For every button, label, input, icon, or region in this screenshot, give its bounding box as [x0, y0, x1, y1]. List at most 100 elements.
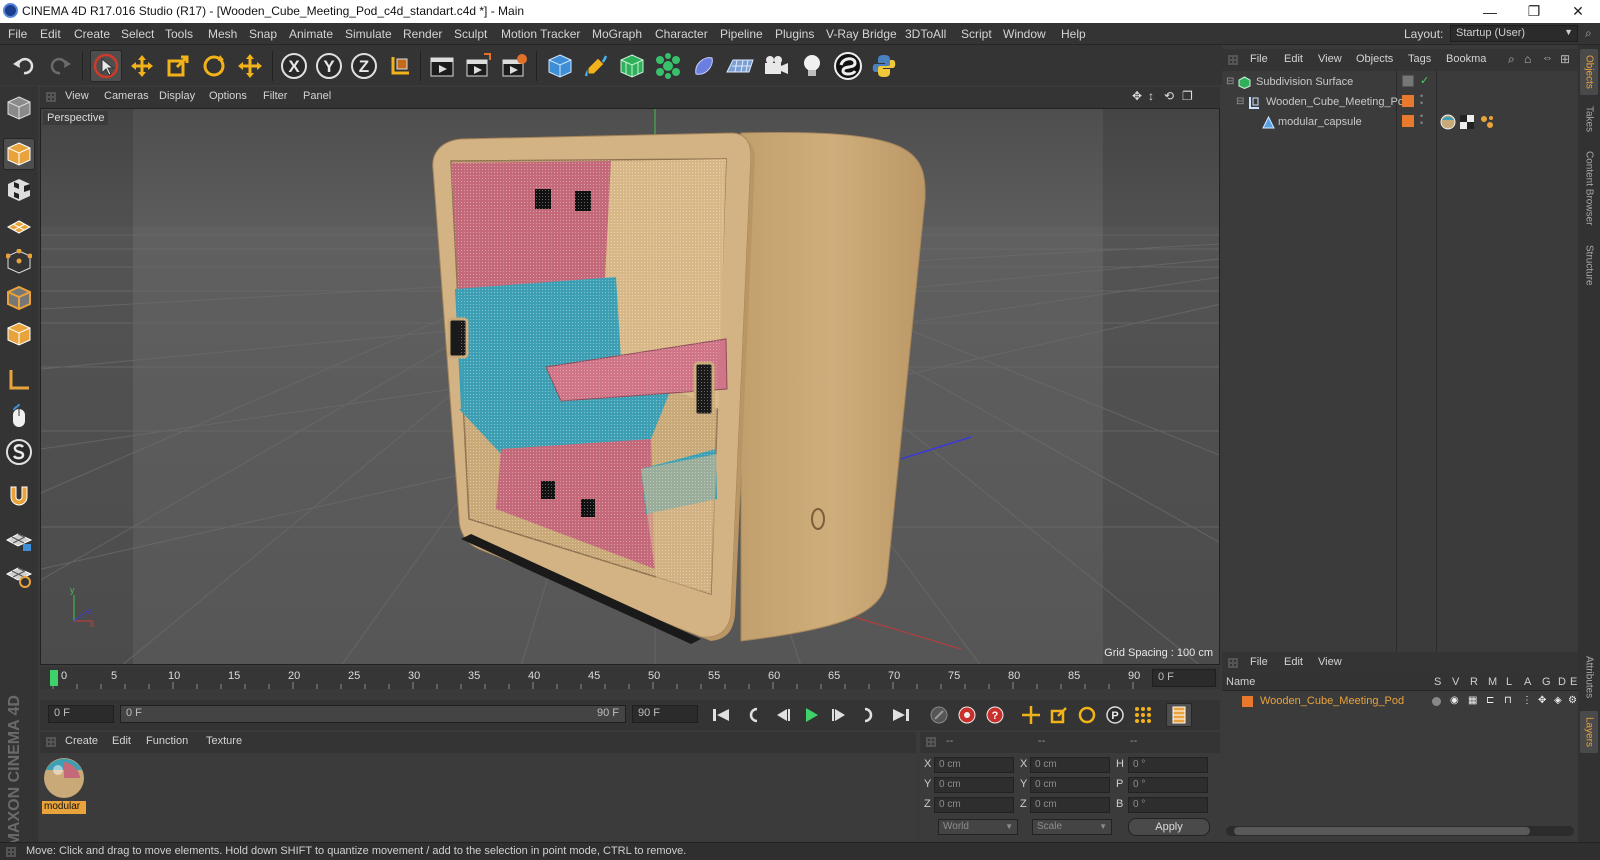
workplane-button[interactable] — [3, 210, 35, 242]
key-parameter-button[interactable]: P — [1102, 703, 1128, 727]
object-menu-objects[interactable]: Objects — [1356, 53, 1393, 65]
layer-menu-edit[interactable]: Edit — [1284, 656, 1303, 668]
timeline-ruler[interactable]: 0 5 10 15 20 25 30 35 40 45 50 55 60 65 … — [40, 667, 1220, 689]
key-rotation-button[interactable] — [1074, 703, 1100, 727]
pen-spline-button[interactable] — [580, 50, 612, 82]
transform-mode-dropdown[interactable]: Scale ▼ — [1032, 819, 1112, 835]
rotation-h-field[interactable]: 0 ° — [1128, 757, 1208, 773]
go-to-end-button[interactable] — [888, 703, 914, 727]
render-view-button[interactable] — [426, 50, 458, 82]
previous-frame-button[interactable] — [770, 703, 796, 727]
menu-simulate[interactable]: Simulate — [345, 27, 392, 41]
home-icon[interactable]: ⌂ — [1524, 52, 1531, 66]
collapse-toggle-icon[interactable]: ⊟ — [1236, 96, 1244, 107]
material-menu-create[interactable]: Create — [65, 735, 98, 747]
manager-toggle-icon[interactable]: ⊏ — [1486, 695, 1494, 706]
restore-button[interactable]: ❐ — [1512, 0, 1556, 23]
keyframe-selection-button[interactable]: ? — [982, 703, 1008, 727]
viewport-menu-view[interactable]: View — [65, 90, 89, 102]
size-y-field[interactable]: 0 cm — [1030, 777, 1110, 793]
tab-content-browser[interactable]: Content Browser — [1580, 143, 1598, 233]
edit-render-settings-button[interactable] — [498, 50, 530, 82]
menu-file[interactable]: File — [8, 27, 27, 41]
zoom-view-icon[interactable]: ↕ — [1148, 89, 1154, 103]
go-to-start-button[interactable] — [708, 703, 734, 727]
object-row-subdivision-surface[interactable]: ⊟ Subdivision Surface ✓ — [1222, 73, 1578, 92]
menu-motion-tracker[interactable]: Motion Tracker — [501, 27, 580, 41]
play-button[interactable] — [798, 703, 824, 727]
next-frame-button[interactable] — [826, 703, 852, 727]
viewport-perspective[interactable]: y x z Perspective Grid Spacing : 100 cm — [40, 108, 1220, 665]
axis-x-button[interactable]: X — [278, 50, 310, 82]
visibility-dots-icon[interactable]: • • — [1420, 92, 1423, 108]
search-icon[interactable]: ⌕ — [1508, 52, 1515, 67]
menu-window[interactable]: Window — [1003, 27, 1046, 41]
selection-tag-icon[interactable] — [1480, 115, 1494, 129]
position-y-field[interactable]: 0 cm — [934, 777, 1014, 793]
viewport-menu-filter[interactable]: Filter — [263, 90, 287, 102]
menu-mesh[interactable]: Mesh — [208, 27, 237, 41]
rotation-b-field[interactable]: 0 ° — [1128, 797, 1208, 813]
key-point-level-button[interactable] — [1130, 703, 1156, 727]
object-row-modular-capsule[interactable]: modular_capsule • • — [1222, 112, 1578, 132]
menu-animate[interactable]: Animate — [289, 27, 333, 41]
object-row-wooden-cube-meeting-pod[interactable]: ⊟ Wooden_Cube_Meeting_Pod • • — [1222, 92, 1578, 112]
world-coordinates-button[interactable] — [384, 50, 416, 82]
move-tool-button[interactable] — [126, 50, 158, 82]
menu-create[interactable]: Create — [74, 27, 110, 41]
redo-button[interactable] — [44, 50, 76, 82]
render-toggle-icon[interactable]: ▦ — [1468, 695, 1477, 706]
edges-mode-button[interactable] — [3, 282, 35, 314]
menu-character[interactable]: Character — [655, 27, 708, 41]
position-z-field[interactable]: 0 cm — [934, 797, 1014, 813]
python-button[interactable] — [868, 50, 900, 82]
undo-button[interactable] — [8, 50, 40, 82]
layer-menu-file[interactable]: File — [1250, 656, 1268, 668]
key-position-button[interactable] — [1018, 703, 1044, 727]
menu-snap[interactable]: Snap — [249, 27, 277, 41]
menu-script[interactable]: Script — [961, 27, 992, 41]
layer-color-swatch[interactable] — [1402, 75, 1414, 87]
viewport-menu-options[interactable]: Options — [209, 90, 247, 102]
render-picture-viewer-button[interactable] — [462, 50, 494, 82]
object-menu-bookmarks[interactable]: Bookma — [1446, 53, 1486, 65]
layer-color-swatch[interactable] — [1242, 696, 1253, 707]
size-x-field[interactable]: 0 cm — [1030, 757, 1110, 773]
menu-mograph[interactable]: MoGraph — [592, 27, 642, 41]
viewport-menu-panel[interactable]: Panel — [303, 90, 331, 102]
eye-icon[interactable]: ◉ — [1450, 695, 1459, 706]
collapse-toggle-icon[interactable]: ⊟ — [1226, 76, 1234, 87]
recent-tools-button[interactable] — [234, 50, 266, 82]
layer-menu-view[interactable]: View — [1318, 656, 1342, 668]
deformer-toggle-icon[interactable]: ◈ — [1554, 695, 1562, 706]
lock-icon[interactable]: ⊓ — [1504, 695, 1512, 706]
close-button[interactable]: ✕ — [1556, 0, 1600, 23]
object-menu-view[interactable]: View — [1318, 53, 1342, 65]
autokey-button[interactable] — [954, 703, 980, 727]
maximize-view-icon[interactable]: ❐ — [1182, 89, 1193, 103]
menu-render[interactable]: Render — [403, 27, 442, 41]
rotate-tool-button[interactable] — [198, 50, 230, 82]
menu-tools[interactable]: Tools — [165, 27, 193, 41]
search-icon[interactable]: ⌕ — [1585, 26, 1592, 41]
floor-button[interactable] — [724, 50, 756, 82]
axis-y-button[interactable]: Y — [313, 50, 345, 82]
menu-edit[interactable]: Edit — [40, 27, 61, 41]
workplane-snap-button[interactable] — [3, 560, 35, 592]
tab-objects[interactable]: Objects — [1580, 49, 1598, 95]
axis-mode-button[interactable] — [3, 364, 35, 396]
horizontal-scrollbar[interactable] — [1226, 826, 1574, 836]
next-key-button[interactable] — [854, 703, 880, 727]
menu-3dtoall[interactable]: 3DToAll — [905, 27, 946, 41]
material-thumbnail[interactable]: modular — [42, 756, 86, 814]
visibility-dots-icon[interactable]: • • — [1420, 112, 1423, 128]
make-editable-button[interactable] — [3, 92, 35, 124]
script-button[interactable] — [832, 50, 864, 82]
object-menu-tags[interactable]: Tags — [1408, 53, 1431, 65]
record-keys-button[interactable] — [926, 703, 952, 727]
subdivision-surface-button[interactable] — [616, 50, 648, 82]
apply-button[interactable]: Apply — [1128, 818, 1210, 836]
points-mode-button[interactable] — [3, 246, 35, 278]
snap-button[interactable] — [3, 480, 35, 512]
playhead-marker[interactable] — [50, 670, 58, 686]
